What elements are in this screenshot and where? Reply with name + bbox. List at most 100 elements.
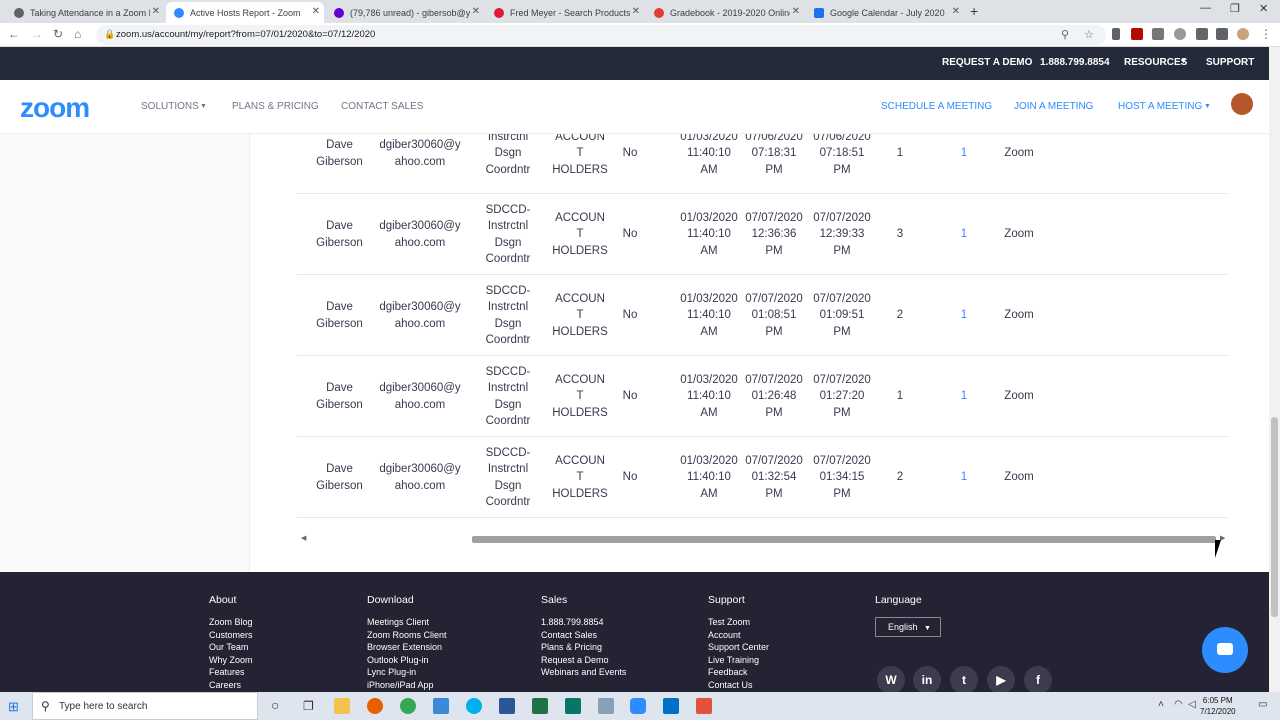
extension-pdf-icon[interactable] xyxy=(1131,28,1143,40)
reload-icon[interactable]: ↻ xyxy=(53,27,63,41)
zoom-logo[interactable]: zoom xyxy=(20,92,90,124)
facebook-icon[interactable]: f xyxy=(1024,666,1052,694)
volume-icon[interactable]: ◁ xyxy=(1188,699,1196,710)
close-tab-icon[interactable]: ✕ xyxy=(632,6,640,17)
footer-link[interactable]: Request a Demo xyxy=(541,654,626,667)
cell-participants[interactable]: 1 xyxy=(954,145,974,162)
snagit-icon[interactable] xyxy=(696,698,712,714)
browser-menu-icon[interactable]: ⋮ xyxy=(1260,27,1272,41)
footer-link[interactable]: Contact Us xyxy=(708,679,769,692)
horizontal-scrollbar[interactable]: ◀ ▶ xyxy=(297,534,1228,544)
forward-icon[interactable]: → xyxy=(31,27,43,41)
extension-download-icon[interactable] xyxy=(1112,28,1120,40)
footer-link[interactable]: Zoom Blog xyxy=(209,616,253,629)
request-demo-link[interactable]: REQUEST A DEMO xyxy=(942,57,1032,68)
browser-tab[interactable]: Gradebook - 2019-2020 Online E ✕ xyxy=(646,2,804,23)
linkedin-icon[interactable]: in xyxy=(913,666,941,694)
zoom-page-icon[interactable]: ⚲ xyxy=(1061,28,1069,41)
extensions-puzzle-icon[interactable] xyxy=(1216,28,1228,40)
bookmark-star-icon[interactable]: ☆ xyxy=(1084,28,1094,41)
phone-link[interactable]: 1.888.799.8854 xyxy=(1040,57,1110,68)
profile-avatar-icon[interactable] xyxy=(1237,28,1249,40)
footer-link[interactable]: Feedback xyxy=(708,666,769,679)
firefox-icon[interactable] xyxy=(367,698,383,714)
chat-bubble-button[interactable] xyxy=(1202,627,1248,673)
restore-icon[interactable]: ❐ xyxy=(1230,2,1240,15)
footer-link[interactable]: 1.888.799.8854 xyxy=(541,616,626,629)
task-view-icon[interactable]: ❐ xyxy=(303,699,314,713)
page-scrollbar-thumb[interactable] xyxy=(1271,417,1278,617)
footer-link[interactable]: Contact Sales xyxy=(541,629,626,642)
footer-link[interactable]: Why Zoom xyxy=(209,654,253,667)
footer-link[interactable]: Account xyxy=(708,629,769,642)
extension-icon[interactable] xyxy=(1152,28,1164,40)
word-icon[interactable] xyxy=(499,698,515,714)
app-icon[interactable] xyxy=(598,698,614,714)
cell-participants[interactable]: 1 xyxy=(954,307,974,324)
footer-link[interactable]: Careers xyxy=(209,679,253,692)
outlook-icon[interactable] xyxy=(663,698,679,714)
footer-link[interactable]: Zoom Rooms Client xyxy=(367,629,447,642)
close-tab-icon[interactable]: ✕ xyxy=(312,6,320,17)
publisher-icon[interactable] xyxy=(565,698,581,714)
extension-icon[interactable] xyxy=(1196,28,1208,40)
close-tab-icon[interactable]: ✕ xyxy=(152,6,160,17)
close-tab-icon[interactable]: ✕ xyxy=(952,6,960,17)
schedule-meeting-link[interactable]: SCHEDULE A MEETING xyxy=(881,101,992,112)
footer-link[interactable]: Customers xyxy=(209,629,253,642)
extension-icon[interactable] xyxy=(1174,28,1186,40)
footer-link[interactable]: Live Training xyxy=(708,654,769,667)
cell-participants[interactable]: 1 xyxy=(954,226,974,243)
notifications-icon[interactable]: ▭ xyxy=(1258,699,1267,710)
youtube-icon[interactable]: ▶ xyxy=(987,666,1015,694)
browser-tab-active[interactable]: Active Hosts Report - Zoom ✕ xyxy=(166,2,324,23)
footer-link[interactable]: Support Center xyxy=(708,641,769,654)
chrome-icon[interactable] xyxy=(400,698,416,714)
host-meeting-menu[interactable]: HOST A MEETING xyxy=(1118,101,1202,112)
footer-link[interactable]: Lync Plug-in xyxy=(367,666,447,679)
taskbar-search[interactable]: ⚲ Type here to search xyxy=(32,692,258,720)
wordpress-icon[interactable]: W xyxy=(877,666,905,694)
file-explorer-icon[interactable] xyxy=(334,698,350,714)
browser-tab[interactable]: Google Calendar - July 2020 ✕ xyxy=(806,2,964,23)
new-tab-icon[interactable]: + xyxy=(970,3,978,19)
close-tab-icon[interactable]: ✕ xyxy=(792,6,800,17)
cell-participants[interactable]: 1 xyxy=(954,388,974,405)
browser-tab[interactable]: Taking Attendance in a Zoom Me ✕ xyxy=(6,2,164,23)
footer-link[interactable]: Meetings Client xyxy=(367,616,447,629)
language-select[interactable]: English ▼ xyxy=(875,617,941,637)
footer-link[interactable]: Features xyxy=(209,666,253,679)
join-meeting-link[interactable]: JOIN A MEETING xyxy=(1014,101,1093,112)
scrollbar-thumb[interactable] xyxy=(472,536,1216,543)
zoom-app-icon[interactable] xyxy=(630,698,646,714)
footer-link[interactable]: Our Team xyxy=(209,641,253,654)
scroll-left-icon[interactable]: ◀ xyxy=(301,534,306,542)
taskbar-clock[interactable]: 6:05 PM 7/12/2020 xyxy=(1200,695,1236,717)
network-icon[interactable]: ◠ xyxy=(1174,699,1183,710)
contact-sales-link[interactable]: CONTACT SALES xyxy=(341,101,423,112)
cell-participants[interactable]: 1 xyxy=(954,469,974,486)
windows-start-icon[interactable]: ⊞ xyxy=(8,699,19,715)
footer-link[interactable]: Outlook Plug-in xyxy=(367,654,447,667)
resources-menu[interactable]: RESOURCES xyxy=(1124,57,1187,68)
skype-icon[interactable] xyxy=(466,698,482,714)
page-vertical-scrollbar[interactable] xyxy=(1269,47,1280,692)
plans-pricing-link[interactable]: PLANS & PRICING xyxy=(232,101,319,112)
browser-tab[interactable]: Fred Meyer - Search Products, C ✕ xyxy=(486,2,644,23)
twitter-icon[interactable]: t xyxy=(950,666,978,694)
close-tab-icon[interactable]: ✕ xyxy=(472,6,480,17)
footer-link[interactable]: Test Zoom xyxy=(708,616,769,629)
browser-tab[interactable]: (79,786 unread) - gibersob@yah ✕ xyxy=(326,2,484,23)
support-link[interactable]: SUPPORT xyxy=(1206,57,1254,68)
app-icon[interactable] xyxy=(433,698,449,714)
minimize-icon[interactable]: — xyxy=(1200,2,1211,14)
solutions-menu[interactable]: SOLUTIONS xyxy=(141,101,199,112)
tray-overflow-icon[interactable]: ˄ xyxy=(1158,699,1164,710)
home-icon[interactable]: ⌂ xyxy=(74,27,81,41)
address-bar[interactable]: 🔒 zoom.us/account/my/report?from=07/01/2… xyxy=(96,25,1106,45)
excel-icon[interactable] xyxy=(532,698,548,714)
back-icon[interactable]: ← xyxy=(8,27,20,41)
footer-link[interactable]: Browser Extension xyxy=(367,641,447,654)
footer-link[interactable]: iPhone/iPad App xyxy=(367,679,447,692)
footer-link[interactable]: Plans & Pricing xyxy=(541,641,626,654)
